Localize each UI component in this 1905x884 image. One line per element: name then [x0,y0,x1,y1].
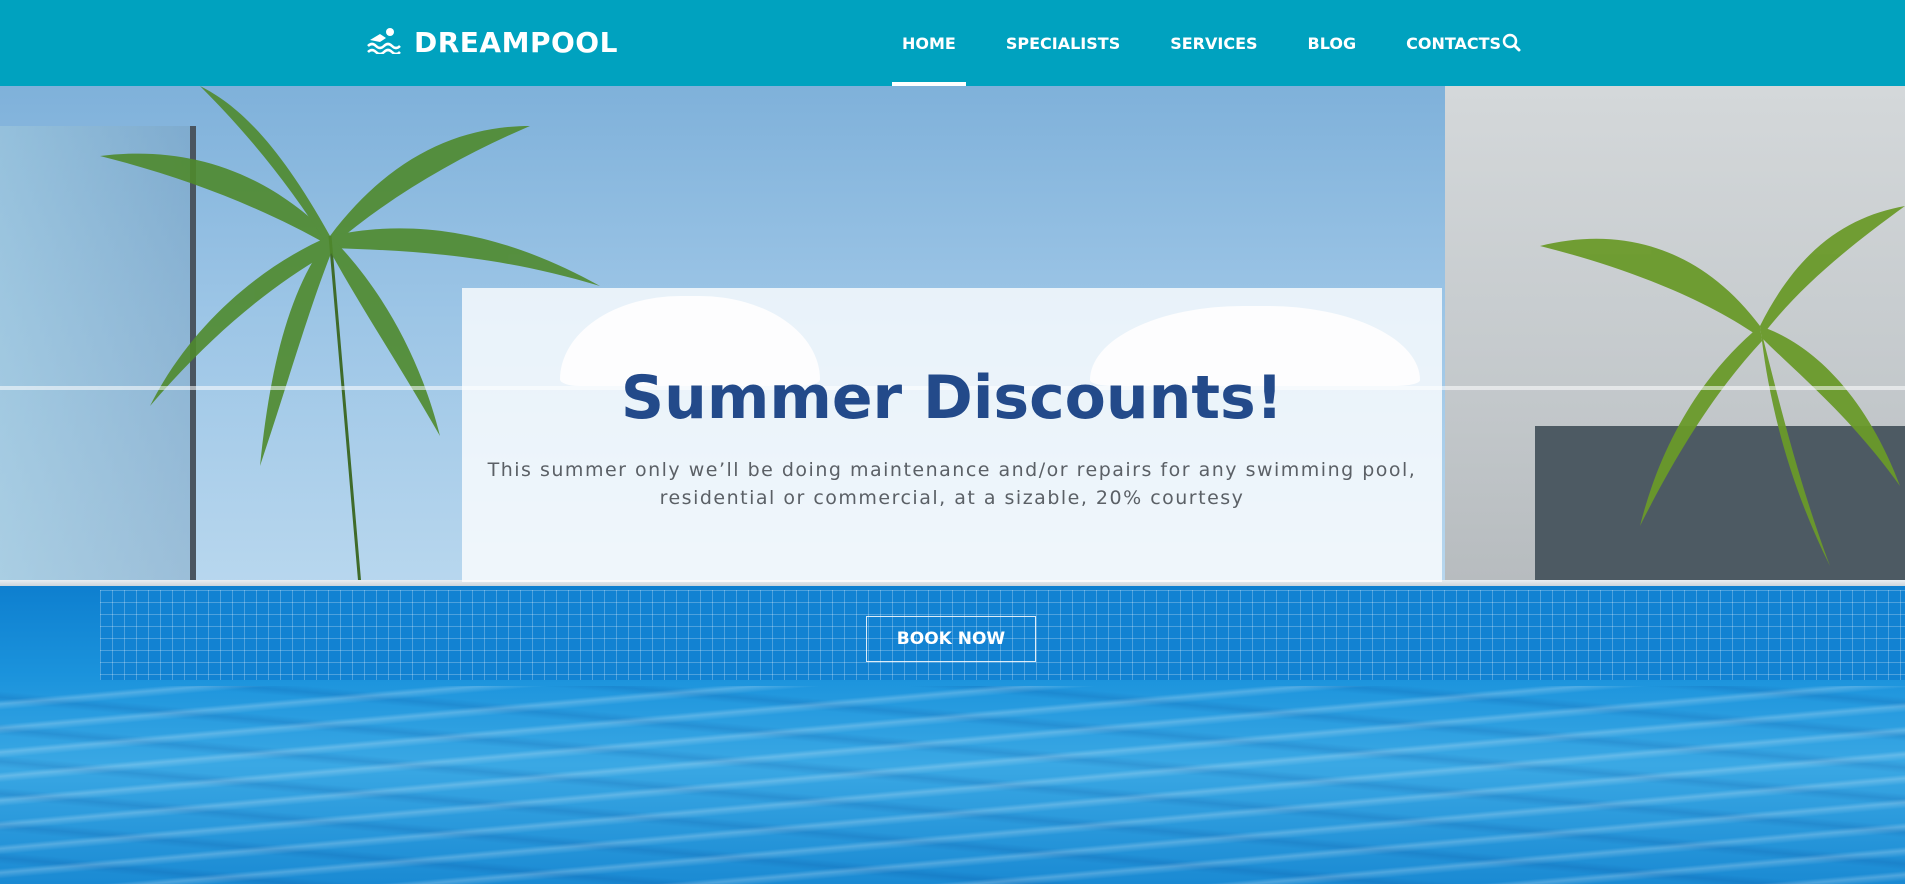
promo-description: This summer only we’ll be doing maintena… [487,459,1417,509]
book-now-button[interactable]: BOOK NOW [866,616,1036,662]
nav-item-services[interactable]: SERVICES [1160,0,1267,86]
nav-item-home[interactable]: HOME [892,0,966,86]
logo[interactable]: DREAMPOOL [366,22,618,62]
nav-item-specialists[interactable]: SPECIALISTS [996,0,1130,86]
search-icon[interactable] [1500,31,1524,55]
water-ripples [0,686,1905,884]
main-nav: HOME SPECIALISTS SERVICES BLOG CONTACTS [892,0,1541,86]
page: DREAMPOOL HOME SPECIALISTS SERVICES BLOG… [0,0,1905,884]
brand-name: DREAMPOOL [414,25,618,59]
swimmer-icon [366,26,402,59]
nav-item-contacts[interactable]: CONTACTS [1396,0,1511,86]
nav-item-blog[interactable]: BLOG [1298,0,1367,86]
promo-title: Summer Discounts! [620,363,1284,433]
site-header: DREAMPOOL HOME SPECIALISTS SERVICES BLOG… [0,0,1905,86]
